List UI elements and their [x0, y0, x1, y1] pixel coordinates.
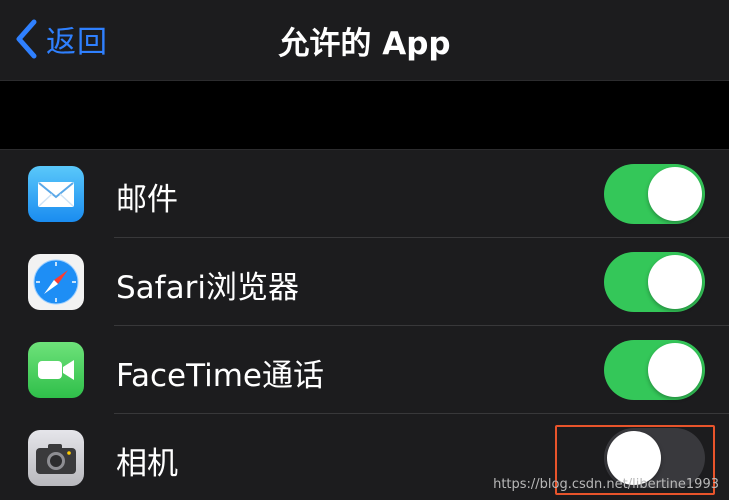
safari-toggle[interactable]	[604, 252, 705, 312]
list-item-safari: Safari浏览器	[0, 238, 729, 326]
screen: 返回 允许的 App 邮件 Safari浏览器 FaceTime通话 相机 ht…	[0, 0, 729, 500]
app-label: Safari浏览器	[116, 270, 299, 306]
page-title: 允许的 App	[278, 26, 451, 62]
app-label: FaceTime通话	[116, 358, 324, 394]
list-item-mail: 邮件	[0, 150, 729, 238]
navigation-bar: 返回 允许的 App	[0, 0, 729, 81]
toggle-knob	[648, 255, 702, 309]
section-spacer	[0, 81, 729, 149]
app-label: 邮件	[116, 182, 178, 218]
watermark: https://blog.csdn.net/libertine1993	[493, 477, 719, 492]
facetime-toggle[interactable]	[604, 340, 705, 400]
allowed-apps-list: 邮件 Safari浏览器 FaceTime通话 相机	[0, 149, 729, 500]
camera-icon	[28, 430, 84, 486]
app-label: 相机	[116, 446, 178, 482]
toggle-knob	[648, 167, 702, 221]
safari-compass-icon	[28, 254, 84, 310]
list-item-facetime: FaceTime通话	[0, 326, 729, 414]
toggle-knob	[648, 343, 702, 397]
facetime-camera-icon	[28, 342, 84, 398]
mail-toggle[interactable]	[604, 164, 705, 224]
mail-icon	[28, 166, 84, 222]
